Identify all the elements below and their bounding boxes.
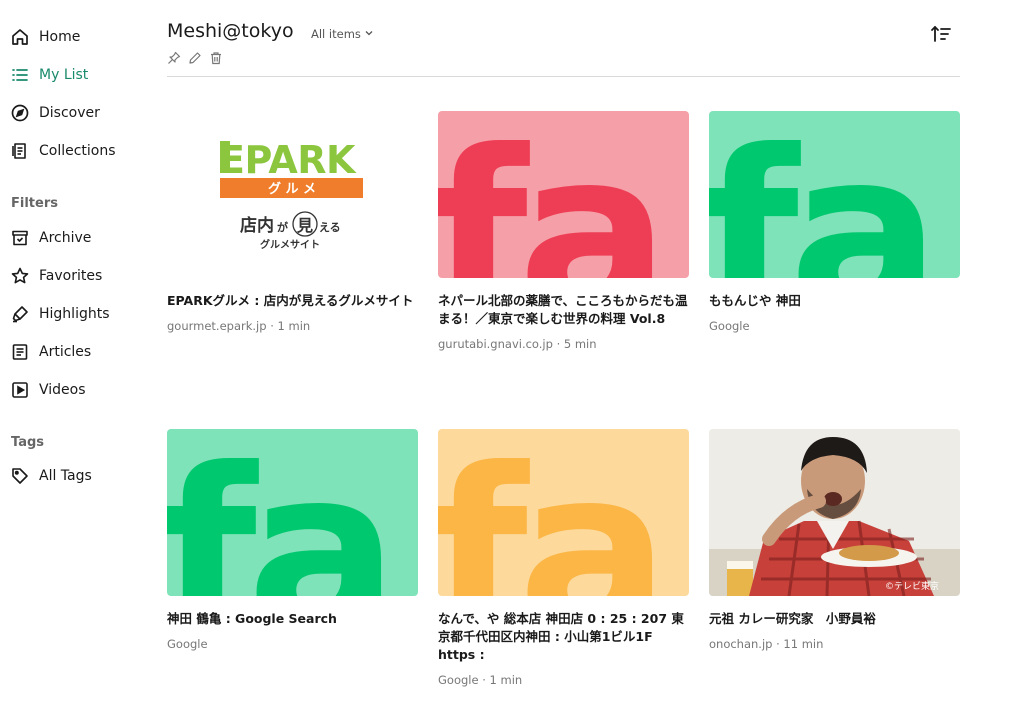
tags-heading: Tags [11, 435, 45, 450]
nav-discover-label: Discover [39, 105, 100, 121]
svg-text:fa: fa [438, 111, 660, 278]
epark-logo: EPARK グ ル メ 店内 が 見 える グルメサイト [219, 138, 363, 251]
nav-collections[interactable]: Collections [10, 138, 116, 164]
video-icon [10, 380, 30, 400]
filter-articles[interactable]: Articles [10, 339, 91, 365]
card-item[interactable]: fa ネパール北部の薬膳で、こころもからだも温まる！／東京で楽しむ世界の料理 V… [438, 111, 689, 351]
card-meta: Google · 1 min [438, 673, 523, 687]
svg-text:EPARK: EPARK [219, 138, 357, 182]
filter-videos-label: Videos [39, 382, 86, 398]
card-title[interactable]: EPARKグルメ : 店内が見えるグルメサイト [167, 292, 418, 310]
nav-collections-label: Collections [39, 143, 116, 159]
sort-button[interactable] [929, 22, 953, 46]
card-title[interactable]: 神田 鶴亀 : Google Search [167, 610, 418, 628]
svg-text:える: える [319, 221, 341, 234]
filter-highlights-label: Highlights [39, 306, 110, 322]
card-title[interactable]: ももんじや 神田 [709, 292, 960, 310]
card-title[interactable]: なんで、や 総本店 神田店 0 : 25 : 207 東京都千代田区内神田 : … [438, 610, 689, 664]
card-meta: onochan.jp · 11 min [709, 637, 824, 651]
placeholder-fa-image: fa [438, 429, 689, 596]
card-meta: Google [167, 637, 208, 651]
filter-articles-label: Articles [39, 344, 92, 360]
star-icon [10, 266, 30, 286]
filter-videos[interactable]: Videos [10, 377, 86, 403]
placeholder-fa-image: fa [438, 111, 689, 278]
filter-archive-label: Archive [39, 230, 92, 246]
filter-archive[interactable]: Archive [10, 225, 91, 251]
card-item[interactable]: fa ももんじや 神田 Google [709, 111, 960, 333]
compass-icon [10, 103, 30, 123]
card-item[interactable]: fa なんで、や 総本店 神田店 0 : 25 : 207 東京都千代田区内神田… [438, 429, 689, 687]
svg-text:店内: 店内 [240, 215, 274, 236]
archive-icon [10, 228, 30, 248]
svg-text:©テレビ東京: ©テレビ東京 [885, 580, 939, 592]
card-thumbnail: fa [709, 111, 960, 278]
svg-text:fa: fa [167, 429, 389, 596]
card-thumbnail: fa [438, 429, 689, 596]
svg-text:fa: fa [438, 429, 660, 596]
nav-my-list[interactable]: My List [10, 62, 88, 88]
placeholder-fa-image: fa [709, 111, 960, 278]
nav-discover[interactable]: Discover [10, 100, 100, 126]
list-icon [10, 65, 30, 85]
home-icon [10, 27, 30, 47]
tag-icon [10, 466, 30, 486]
filters-heading: Filters [11, 196, 58, 211]
card-item[interactable]: fa 神田 鶴亀 : Google Search Google [167, 429, 418, 651]
list-actions [167, 51, 223, 65]
card-item[interactable]: EPARK グ ル メ 店内 が 見 える グルメサイト EPARKグルメ : … [167, 111, 418, 333]
chevron-down-icon [361, 27, 374, 41]
card-thumbnail: fa [167, 429, 418, 596]
pin-icon[interactable] [167, 51, 181, 65]
card-thumbnail: ©テレビ東京 [709, 429, 960, 596]
card-thumbnail: EPARK グ ル メ 店内 が 見 える グルメサイト [167, 111, 418, 278]
tag-all-tags-label: All Tags [39, 468, 92, 484]
card-item[interactable]: ©テレビ東京 元祖 カレー研究家 小野員裕 onochan.jp · 11 mi… [709, 429, 960, 651]
svg-text:fa: fa [709, 111, 931, 278]
filter-highlights[interactable]: Highlights [10, 301, 110, 327]
highlighter-icon [10, 304, 30, 324]
card-meta: gourmet.epark.jp · 1 min [167, 319, 311, 333]
card-thumbnail: fa [438, 111, 689, 278]
person-photo: ©テレビ東京 [709, 429, 960, 596]
card-title[interactable]: ネパール北部の薬膳で、こころもからだも温まる！／東京で楽しむ世界の料理 Vol.… [438, 292, 689, 328]
filter-favorites[interactable]: Favorites [10, 263, 102, 289]
items-filter-label: All items [311, 27, 361, 41]
card-meta: Google [709, 319, 750, 333]
filter-favorites-label: Favorites [39, 268, 103, 284]
placeholder-fa-image: fa [167, 429, 418, 596]
trash-icon[interactable] [209, 51, 223, 65]
tag-all-tags[interactable]: All Tags [10, 463, 92, 489]
card-meta: gurutabi.gnavi.co.jp · 5 min [438, 337, 597, 351]
svg-text:見: 見 [296, 216, 313, 235]
card-title[interactable]: 元祖 カレー研究家 小野員裕 [709, 610, 960, 628]
sort-icon [931, 25, 951, 42]
svg-text:グ ル メ: グ ル メ [268, 181, 316, 197]
collections-icon [10, 141, 30, 161]
edit-icon[interactable] [188, 51, 202, 65]
items-filter-dropdown[interactable]: All items [311, 27, 374, 41]
sidebar: Home My List Discover Collections Filter… [0, 0, 150, 711]
article-icon [10, 342, 30, 362]
svg-text:グルメサイト: グルメサイト [260, 238, 320, 251]
nav-home-label: Home [39, 29, 81, 45]
list-title: Meshi@tokyo [167, 20, 294, 42]
header-divider [167, 76, 960, 77]
nav-home[interactable]: Home [10, 24, 80, 50]
svg-text:が: が [277, 220, 288, 234]
nav-my-list-label: My List [39, 67, 89, 83]
